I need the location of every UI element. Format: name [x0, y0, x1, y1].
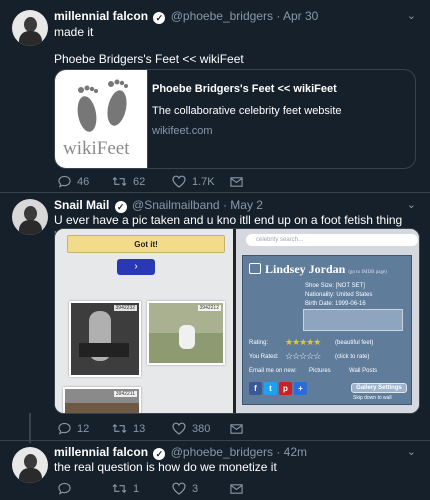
author-handle[interactable]: @phoebe_bridgers [171, 445, 273, 459]
like-count: 3 [192, 483, 199, 495]
tweet-time[interactable]: 42m [284, 445, 307, 459]
reply-icon [58, 482, 71, 495]
like-button[interactable]: 3 [172, 481, 198, 497]
tweet-3[interactable]: millennial falcon ✓ @phoebe_bridgers · 4… [0, 0, 430, 500]
mail-icon [230, 484, 243, 494]
heart-icon [172, 482, 186, 495]
retweet-icon [112, 483, 127, 494]
avatar[interactable] [12, 447, 48, 483]
separator: · [276, 445, 281, 459]
tweet-text: the real question is how do we monetize … [54, 460, 277, 474]
dm-button[interactable] [230, 481, 249, 497]
retweet-button[interactable]: 1 [112, 481, 139, 497]
thread-line [29, 413, 31, 443]
author-name[interactable]: millennial falcon [54, 445, 148, 459]
chevron-down-icon[interactable]: ⌄ [407, 445, 416, 458]
reply-button[interactable] [58, 481, 77, 497]
retweet-count: 1 [133, 483, 140, 495]
tweet-header: millennial falcon ✓ @phoebe_bridgers · 4… [54, 444, 400, 460]
